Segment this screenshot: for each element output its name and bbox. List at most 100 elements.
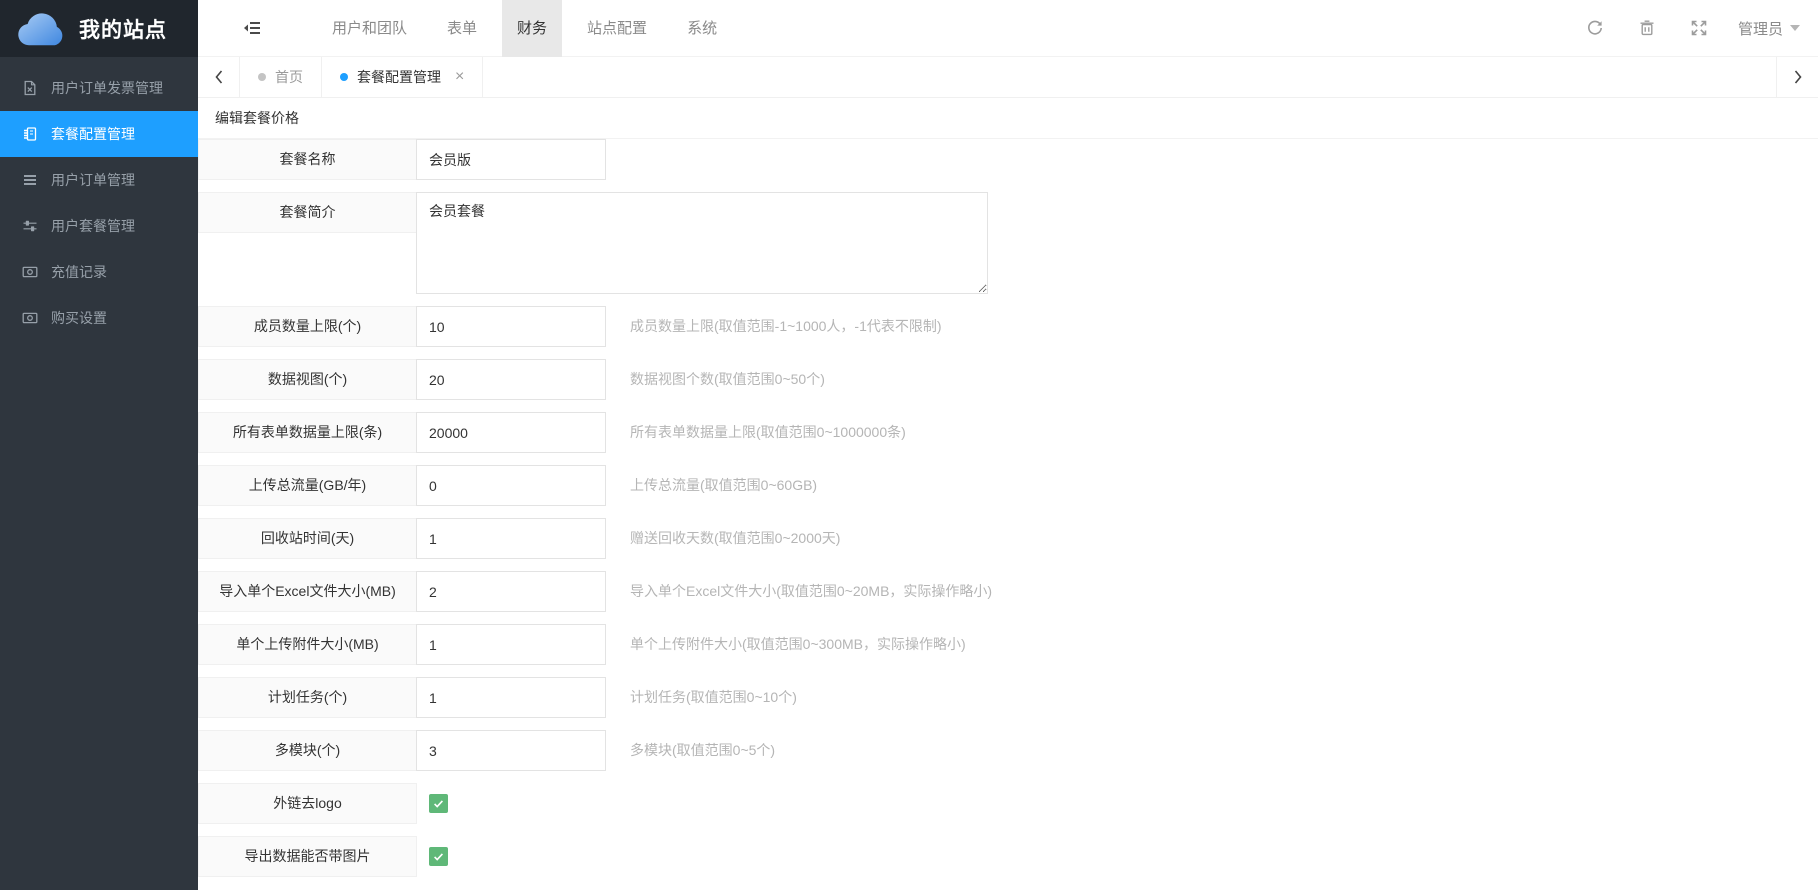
field-hint: 成员数量上限(取值范围-1~1000人，-1代表不限制) (630, 318, 942, 334)
cloud-icon (13, 11, 69, 47)
top-nav-item-3[interactable]: 站点配置 (572, 0, 662, 57)
field-input[interactable] (416, 677, 606, 718)
tab-label: 套餐配置管理 (357, 69, 441, 85)
field-label: 计划任务(个) (198, 677, 417, 718)
field-label: 导出数据能否带图片 (198, 836, 417, 877)
form-row-5: 上传总流量(GB/年) 上传总流量(取值范围0~60GB) (198, 465, 1818, 506)
field-label: 套餐简介 (198, 192, 417, 233)
main-area: 用户和团队 表单 财务 站点配置 系统 管理员 首页 套餐配置管理 × 编辑套餐… (198, 0, 1818, 890)
field-input[interactable] (416, 730, 606, 771)
field-input[interactable] (416, 465, 606, 506)
top-nav-item-2[interactable]: 财务 (502, 0, 563, 57)
field-label: 回收站时间(天) (198, 518, 417, 559)
top-nav-item-1[interactable]: 表单 (432, 0, 492, 57)
field-textarea[interactable]: 会员套餐 (416, 192, 988, 294)
chevron-right-icon[interactable] (1776, 57, 1818, 97)
checkbox-checked[interactable] (429, 794, 448, 813)
field-label: 数据视图(个) (198, 359, 417, 400)
field-label: 所有表单数据量上限(条) (198, 412, 417, 453)
sidebar-item-3[interactable]: 用户套餐管理 (0, 203, 198, 249)
field-label: 上传总流量(GB/年) (198, 465, 417, 506)
fullscreen-icon[interactable] (1690, 19, 1708, 37)
banknote-icon (22, 310, 38, 326)
field-input[interactable] (416, 139, 606, 180)
form-title: 编辑套餐价格 (198, 98, 1818, 139)
form-row-4: 所有表单数据量上限(条) 所有表单数据量上限(取值范围0~1000000条) (198, 412, 1818, 453)
form-row-2: 成员数量上限(个) 成员数量上限(取值范围-1~1000人，-1代表不限制) (198, 306, 1818, 347)
checkbox-checked[interactable] (429, 847, 448, 866)
sidebar-item-label: 用户套餐管理 (51, 218, 135, 234)
form-row-7: 导入单个Excel文件大小(MB) 导入单个Excel文件大小(取值范围0~20M… (198, 571, 1818, 612)
top-nav-right: 管理员 (1552, 18, 1818, 39)
refresh-icon[interactable] (1586, 19, 1604, 37)
field-label: 导入单个Excel文件大小(MB) (198, 571, 417, 612)
field-hint: 上传总流量(取值范围0~60GB) (630, 477, 818, 493)
form-row-1: 套餐简介 会员套餐 (198, 192, 1818, 294)
form-row-11: 外链去logo (198, 783, 1818, 824)
invoice-file-icon (22, 80, 38, 96)
field-hint: 赠送回收天数(取值范围0~2000天) (630, 530, 841, 546)
top-nav-items: 用户和团队 表单 财务 站点配置 系统 (317, 0, 742, 57)
sidebar-menu: 用户订单发票管理 套餐配置管理 用户订单管理 用户套餐管理 充值记录购买设置 (0, 57, 198, 341)
field-input[interactable] (416, 359, 606, 400)
close-icon[interactable]: × (455, 69, 464, 85)
tab-status-dot-icon (340, 73, 348, 81)
field-label: 套餐名称 (198, 139, 417, 180)
tab-0[interactable]: 首页 (240, 57, 322, 97)
sidebar-item-5[interactable]: 购买设置 (0, 295, 198, 341)
list-icon (22, 172, 38, 188)
field-hint: 所有表单数据量上限(取值范围0~1000000条) (630, 424, 906, 440)
form-row-8: 单个上传附件大小(MB) 单个上传附件大小(取值范围0~300MB，实际操作略小) (198, 624, 1818, 665)
field-hint: 单个上传附件大小(取值范围0~300MB，实际操作略小) (630, 636, 966, 652)
form-row-10: 多模块(个) 多模块(取值范围0~5个) (198, 730, 1818, 771)
trash-icon[interactable] (1638, 19, 1656, 37)
sidebar-item-label: 用户订单管理 (51, 172, 135, 188)
sidebar-item-2[interactable]: 用户订单管理 (0, 157, 198, 203)
chevron-left-icon[interactable] (198, 57, 240, 97)
sidebar-item-label: 充值记录 (51, 264, 107, 280)
sidebar-item-1[interactable]: 套餐配置管理 (0, 111, 198, 157)
field-label: 单个上传附件大小(MB) (198, 624, 417, 665)
field-label: 成员数量上限(个) (198, 306, 417, 347)
field-input[interactable] (416, 306, 606, 347)
form-body: 套餐名称套餐简介会员套餐成员数量上限(个) 成员数量上限(取值范围-1~1000人… (198, 139, 1818, 877)
content-area: 编辑套餐价格 套餐名称套餐简介会员套餐成员数量上限(个) 成员数量上限(取值范围-… (198, 98, 1818, 890)
sidebar: 我的站点 用户订单发票管理 套餐配置管理 用户订单管理 用户套餐管理 充值记录购买设置 (0, 0, 198, 890)
sidebar-item-4[interactable]: 充值记录 (0, 249, 198, 295)
package-icon (22, 126, 38, 142)
tab-status-dot-icon (258, 73, 266, 81)
user-name: 管理员 (1737, 20, 1783, 38)
field-input[interactable] (416, 624, 606, 665)
site-logo[interactable]: 我的站点 (0, 0, 198, 57)
site-title: 我的站点 (79, 18, 167, 42)
collapse-menu-icon[interactable] (242, 18, 262, 38)
banknote-icon (22, 264, 38, 280)
top-nav-item-4[interactable]: 系统 (672, 0, 732, 57)
form-row-0: 套餐名称 (198, 139, 1818, 180)
field-input[interactable] (416, 412, 606, 453)
sliders-icon (22, 218, 38, 234)
form-row-9: 计划任务(个) 计划任务(取值范围0~10个) (198, 677, 1818, 718)
field-hint: 导入单个Excel文件大小(取值范围0~20MB，实际操作略小) (630, 583, 993, 599)
sidebar-item-label: 购买设置 (51, 310, 107, 326)
field-label: 外链去logo (198, 783, 417, 824)
form-row-3: 数据视图(个) 数据视图个数(取值范围0~50个) (198, 359, 1818, 400)
sidebar-item-label: 套餐配置管理 (51, 126, 135, 142)
top-nav-item-0[interactable]: 用户和团队 (317, 0, 422, 57)
app-window: 我的站点 用户订单发票管理 套餐配置管理 用户订单管理 用户套餐管理 充值记录 购买设置 … (0, 0, 1818, 890)
sidebar-item-label: 用户订单发票管理 (51, 80, 163, 96)
field-input[interactable] (416, 571, 606, 612)
user-menu[interactable]: 管理员 (1738, 18, 1800, 39)
tab-1[interactable]: 套餐配置管理 × (322, 57, 484, 97)
tabs: 首页 套餐配置管理 × (240, 57, 484, 97)
sidebar-item-0[interactable]: 用户订单发票管理 (0, 65, 198, 111)
field-label: 多模块(个) (198, 730, 417, 771)
tab-label: 首页 (275, 69, 303, 85)
form-row-12: 导出数据能否带图片 (198, 836, 1818, 877)
field-hint: 计划任务(取值范围0~10个) (630, 689, 797, 705)
field-input[interactable] (416, 518, 606, 559)
caret-down-icon (1790, 25, 1800, 31)
tab-bar: 首页 套餐配置管理 × (198, 57, 1818, 98)
form-row-6: 回收站时间(天) 赠送回收天数(取值范围0~2000天) (198, 518, 1818, 559)
field-hint: 数据视图个数(取值范围0~50个) (630, 371, 825, 387)
